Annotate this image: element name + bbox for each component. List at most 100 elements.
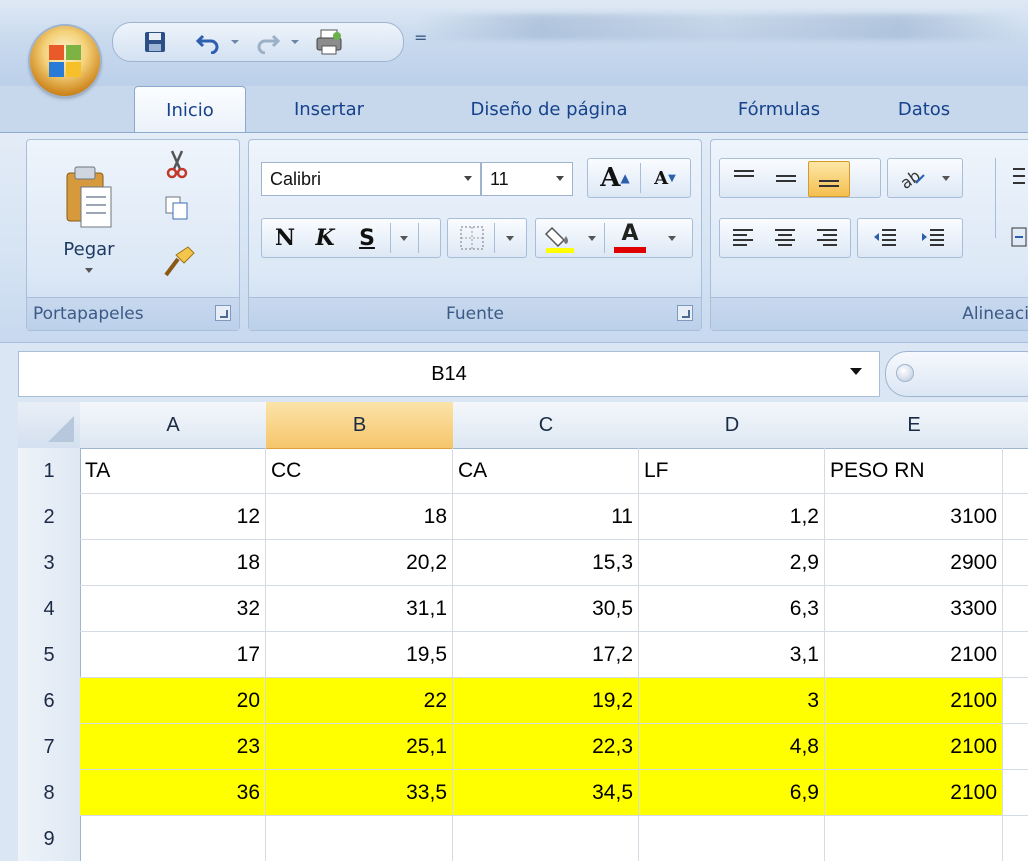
orientation-icon[interactable]: ab <box>892 161 932 195</box>
orientation-dropdown-icon[interactable] <box>934 161 958 195</box>
cell[interactable]: 30,5 <box>453 586 639 632</box>
cell[interactable] <box>1003 540 1028 586</box>
font-name-dropdown-icon[interactable] <box>464 176 472 181</box>
borders-dropdown-icon[interactable] <box>498 221 522 255</box>
row-header[interactable]: 4 <box>18 586 81 633</box>
font-color-dropdown-icon[interactable] <box>658 221 686 255</box>
copy-icon[interactable] <box>157 188 197 228</box>
align-left-icon[interactable] <box>724 221 762 255</box>
redo-dropdown-icon[interactable] <box>291 40 299 44</box>
cell[interactable] <box>453 816 639 861</box>
column-header-c[interactable]: C <box>453 402 640 449</box>
cell[interactable]: 31,1 <box>266 586 453 632</box>
column-header-d[interactable]: D <box>639 402 826 449</box>
cell[interactable]: 18 <box>80 540 266 586</box>
cell[interactable]: LF <box>639 448 825 494</box>
cell[interactable] <box>1003 724 1028 770</box>
cell[interactable]: 36 <box>80 770 266 816</box>
cell[interactable] <box>1003 816 1028 861</box>
cell[interactable] <box>1003 632 1028 678</box>
print-preview-icon[interactable] <box>313 28 347 56</box>
fill-color-dropdown-icon[interactable] <box>582 221 602 255</box>
font-name-combo[interactable]: Calibri <box>261 162 481 196</box>
cell[interactable]: 1,2 <box>639 494 825 540</box>
cell[interactable] <box>639 816 825 861</box>
cell[interactable]: 20 <box>80 678 266 724</box>
align-bottom-icon[interactable] <box>808 161 850 197</box>
format-painter-icon[interactable] <box>157 240 201 284</box>
cell[interactable]: 2,9 <box>639 540 825 586</box>
tab-inicio[interactable]: Inicio <box>134 86 246 134</box>
row-header[interactable]: 6 <box>18 678 81 725</box>
grow-font-button[interactable]: A ▲ <box>592 161 638 195</box>
tab-diseno-de-pagina[interactable]: Diseño de página <box>434 86 664 132</box>
cell[interactable]: 3300 <box>825 586 1003 632</box>
column-header-e[interactable]: E <box>825 402 1004 449</box>
row-header[interactable]: 2 <box>18 494 81 541</box>
font-size-dropdown-icon[interactable] <box>556 176 564 181</box>
name-box-dropdown-icon[interactable] <box>850 368 862 375</box>
cell[interactable] <box>1003 494 1028 540</box>
cell[interactable]: 2100 <box>825 678 1003 724</box>
undo-icon[interactable] <box>193 28 223 56</box>
row-header[interactable]: 3 <box>18 540 81 587</box>
wrap-text-icon[interactable] <box>1009 162 1028 192</box>
tab-datos[interactable]: Datos <box>879 86 969 132</box>
cell[interactable]: 2100 <box>825 724 1003 770</box>
undo-dropdown-icon[interactable] <box>231 40 239 44</box>
font-color-button[interactable]: A <box>608 221 652 255</box>
cell[interactable] <box>1003 678 1028 724</box>
cell[interactable]: 6,9 <box>639 770 825 816</box>
cell[interactable]: 22,3 <box>453 724 639 770</box>
select-all-button[interactable] <box>18 402 81 449</box>
cell[interactable]: 34,5 <box>453 770 639 816</box>
cell[interactable]: 18 <box>266 494 453 540</box>
cell[interactable]: 19,2 <box>453 678 639 724</box>
cell[interactable]: 20,2 <box>266 540 453 586</box>
cell[interactable]: 3,1 <box>639 632 825 678</box>
cell[interactable]: 2900 <box>825 540 1003 586</box>
italic-button[interactable]: K <box>306 221 344 255</box>
formula-bar-expand-icon[interactable] <box>896 364 914 382</box>
cell[interactable] <box>266 816 453 861</box>
save-icon[interactable] <box>141 28 169 56</box>
cell[interactable]: 15,3 <box>453 540 639 586</box>
paste-button[interactable]: Pegar <box>41 146 137 292</box>
cell[interactable]: 25,1 <box>266 724 453 770</box>
column-header-a[interactable]: A <box>80 402 267 449</box>
cell[interactable] <box>80 816 266 861</box>
office-button[interactable] <box>30 26 100 96</box>
tab-formulas[interactable]: Fórmulas <box>714 86 844 132</box>
cell[interactable]: 23 <box>80 724 266 770</box>
tab-insertar[interactable]: Insertar <box>274 86 384 132</box>
cell[interactable]: 3 <box>639 678 825 724</box>
borders-icon[interactable] <box>454 223 490 253</box>
increase-indent-icon[interactable] <box>910 221 956 255</box>
cut-icon[interactable] <box>157 144 197 184</box>
decrease-indent-icon[interactable] <box>862 221 908 255</box>
row-header[interactable]: 1 <box>18 448 81 495</box>
merge-center-icon[interactable] <box>1009 222 1028 252</box>
row-header[interactable]: 9 <box>18 816 81 861</box>
paste-dropdown-icon[interactable] <box>85 268 93 273</box>
column-header-b[interactable]: B <box>266 402 454 449</box>
cell[interactable]: 17,2 <box>453 632 639 678</box>
cell[interactable] <box>1003 448 1028 494</box>
cell[interactable]: 33,5 <box>266 770 453 816</box>
cell[interactable]: 17 <box>80 632 266 678</box>
cell[interactable]: 32 <box>80 586 266 632</box>
align-right-icon[interactable] <box>808 221 846 255</box>
cell[interactable]: 19,5 <box>266 632 453 678</box>
font-launcher-icon[interactable] <box>677 305 693 321</box>
font-size-combo[interactable]: 11 <box>481 162 573 196</box>
cell[interactable]: 6,3 <box>639 586 825 632</box>
align-top-icon[interactable] <box>724 161 764 195</box>
align-middle-icon[interactable] <box>766 161 806 195</box>
underline-button[interactable]: S <box>348 221 386 255</box>
cell[interactable]: 11 <box>453 494 639 540</box>
cell[interactable]: 22 <box>266 678 453 724</box>
underline-dropdown-icon[interactable] <box>394 221 414 255</box>
cell[interactable]: PESO RN <box>825 448 1003 494</box>
clipboard-launcher-icon[interactable] <box>215 305 231 321</box>
cell[interactable]: 12 <box>80 494 266 540</box>
